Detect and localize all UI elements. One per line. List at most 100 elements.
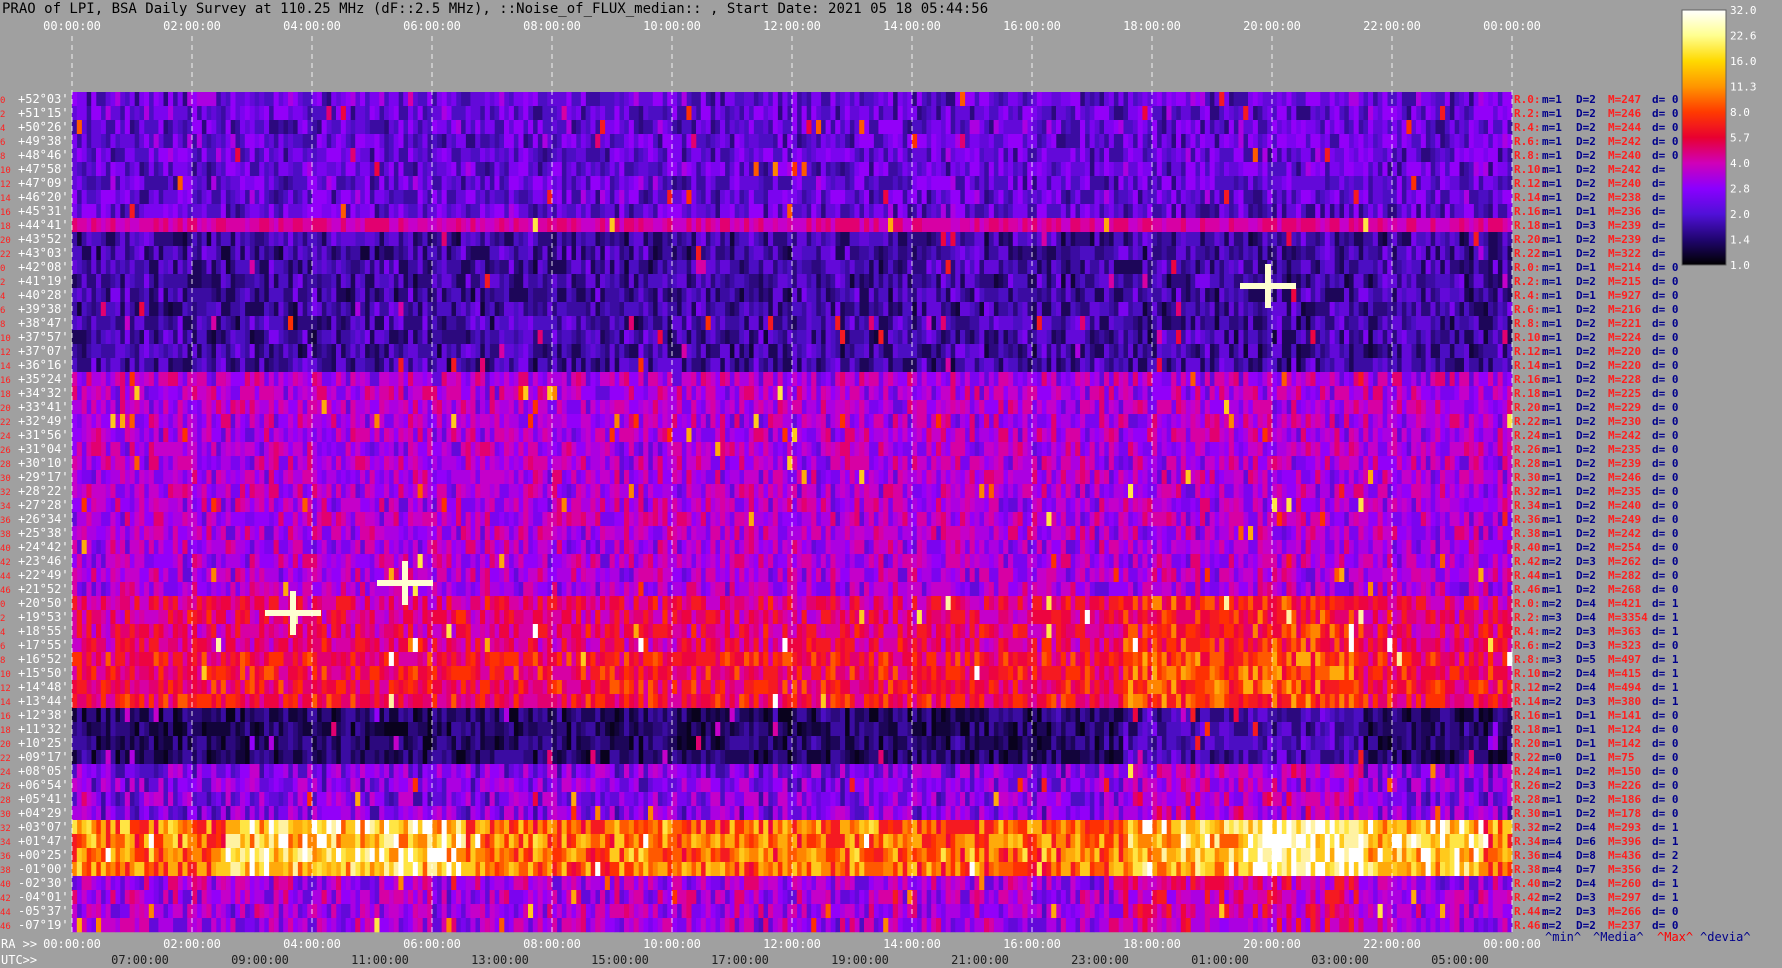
heatmap-cells-row-0 bbox=[408, 92, 414, 107]
stat-cell: m=1 bbox=[1542, 793, 1562, 806]
stat-cell: d= 0 bbox=[1652, 345, 1679, 358]
legend-label: ^Max^ bbox=[1657, 930, 1693, 944]
dec-label: +03°07' bbox=[18, 820, 69, 834]
top-time-tick: 10:00:00 bbox=[643, 19, 701, 33]
dec-label: -04°01' bbox=[18, 890, 69, 904]
beam-number: 2 bbox=[0, 278, 5, 288]
stat-cell: m=1 bbox=[1542, 569, 1562, 582]
stat-cell: d= bbox=[1652, 219, 1666, 232]
heatmap-cells-row-7 bbox=[686, 190, 692, 205]
stat-cell: m=1 bbox=[1542, 149, 1562, 162]
colorbar-tick: 11.3 bbox=[1730, 81, 1757, 94]
stat-cell: R.6: bbox=[1514, 135, 1541, 148]
heatmap-cells-row-36 bbox=[1046, 596, 1052, 611]
stat-cell: d= 0 bbox=[1652, 331, 1679, 344]
heatmap-cells-row-46 bbox=[1195, 736, 1201, 751]
stat-cell: D=2 bbox=[1576, 583, 1596, 596]
stat-cell: M=927 bbox=[1608, 289, 1641, 302]
stat-cell: R.0: bbox=[1514, 261, 1541, 274]
stat-cell: d= 0 bbox=[1652, 93, 1679, 106]
stat-cell: d= 0 bbox=[1652, 401, 1679, 414]
heatmap-cells-row-24 bbox=[686, 428, 692, 443]
stat-cell: m=0 bbox=[1542, 751, 1562, 764]
dec-label: +37°07' bbox=[18, 344, 69, 358]
dec-label: +11°32' bbox=[18, 722, 69, 736]
dec-label: +09°17' bbox=[18, 750, 69, 764]
stat-cell: d= 1 bbox=[1652, 611, 1679, 624]
colorbar-tick: 8.0 bbox=[1730, 106, 1750, 119]
beam-number: 18 bbox=[0, 390, 11, 400]
heatmap-cells-row-40 bbox=[1396, 652, 1402, 667]
stat-cell: M=266 bbox=[1608, 905, 1641, 918]
legend-label: ^min^ bbox=[1545, 930, 1581, 944]
stat-cell: D=2 bbox=[1576, 135, 1596, 148]
beam-number: 14 bbox=[0, 194, 11, 204]
top-time-tick: 00:00:00 bbox=[43, 19, 101, 33]
heatmap-cells-row-12 bbox=[945, 260, 951, 275]
stat-cell: m=1 bbox=[1542, 163, 1562, 176]
dec-label: +37°57' bbox=[18, 330, 69, 344]
stat-cell: d= 0 bbox=[1652, 317, 1679, 330]
dec-label: +31°56' bbox=[18, 428, 69, 442]
stat-cell: D=4 bbox=[1576, 597, 1596, 610]
heatmap-cells-row-2 bbox=[600, 120, 606, 135]
stat-cell: d= 1 bbox=[1652, 695, 1679, 708]
stat-cell: m=1 bbox=[1542, 457, 1562, 470]
dec-label: +43°03' bbox=[18, 246, 69, 260]
dec-label: +35°24' bbox=[18, 372, 69, 386]
heatmap-cells-row-15 bbox=[139, 302, 145, 317]
utc-tick: 17:00:00 bbox=[711, 953, 769, 967]
stat-cell: R.2: bbox=[1514, 275, 1541, 288]
heatmap-cells-row-43 bbox=[820, 694, 826, 709]
stat-cell: M=150 bbox=[1608, 765, 1641, 778]
stat-cell: M=240 bbox=[1608, 177, 1641, 190]
heatmap-cells-row-10 bbox=[1041, 232, 1047, 247]
beam-number: 24 bbox=[0, 432, 11, 442]
dec-label: -07°19' bbox=[18, 918, 69, 932]
beam-number: 4 bbox=[0, 628, 5, 638]
stat-cell: D=2 bbox=[1576, 569, 1596, 582]
stat-cell: D=1 bbox=[1576, 205, 1596, 218]
beam-number: 4 bbox=[0, 292, 5, 302]
stat-cell: R.8: bbox=[1514, 653, 1541, 666]
heatmap-cells-row-4 bbox=[1324, 148, 1330, 163]
point-source-v bbox=[1265, 264, 1271, 308]
beam-number: 24 bbox=[0, 768, 11, 778]
heatmap-cells-row-2 bbox=[806, 120, 812, 135]
dec-label: +33°41' bbox=[18, 400, 69, 414]
heatmap-cells-row-46 bbox=[696, 736, 702, 751]
heatmap-cells-row-59 bbox=[76, 918, 82, 933]
dec-label: +34°32' bbox=[18, 386, 69, 400]
stat-cell: d= 0 bbox=[1652, 751, 1679, 764]
heatmap-cells-row-25 bbox=[715, 442, 721, 457]
stat-cell: D=6 bbox=[1576, 835, 1596, 848]
stat-cell: d= 0 bbox=[1652, 709, 1679, 722]
ra-tick: 04:00:00 bbox=[283, 937, 341, 951]
stat-cell: d= 0 bbox=[1652, 513, 1679, 526]
beam-number: 8 bbox=[0, 152, 5, 162]
beam-number: 10 bbox=[0, 670, 11, 680]
heatmap-cells-row-29 bbox=[561, 498, 567, 513]
stat-cell: m=2 bbox=[1542, 877, 1562, 890]
utc-prefix: UTC>> bbox=[1, 953, 37, 967]
beam-number: 14 bbox=[0, 698, 11, 708]
dec-label: -02°30' bbox=[18, 876, 69, 890]
dec-label: +48°46' bbox=[18, 148, 69, 162]
dec-label: +41°19' bbox=[18, 274, 69, 288]
stat-cell: R.8: bbox=[1514, 149, 1541, 162]
stat-cell: m=1 bbox=[1542, 261, 1562, 274]
heatmap-cells-row-22 bbox=[532, 400, 538, 415]
heatmap-cells-row-37 bbox=[859, 610, 865, 625]
beam-number: 6 bbox=[0, 138, 5, 148]
stat-cell: D=2 bbox=[1576, 345, 1596, 358]
stat-cell: M=249 bbox=[1608, 513, 1641, 526]
heatmap-cells-row-7 bbox=[883, 190, 889, 205]
heatmap-cells-row-59 bbox=[100, 918, 1455, 933]
stat-cell: d= 1 bbox=[1652, 835, 1679, 848]
stat-cell: D=2 bbox=[1576, 275, 1596, 288]
beam-number: 40 bbox=[0, 880, 11, 890]
beam-number: 16 bbox=[0, 208, 11, 218]
stat-cell: m=1 bbox=[1542, 135, 1562, 148]
dec-label: +45°31' bbox=[18, 204, 69, 218]
stat-cell: D=1 bbox=[1576, 737, 1596, 750]
